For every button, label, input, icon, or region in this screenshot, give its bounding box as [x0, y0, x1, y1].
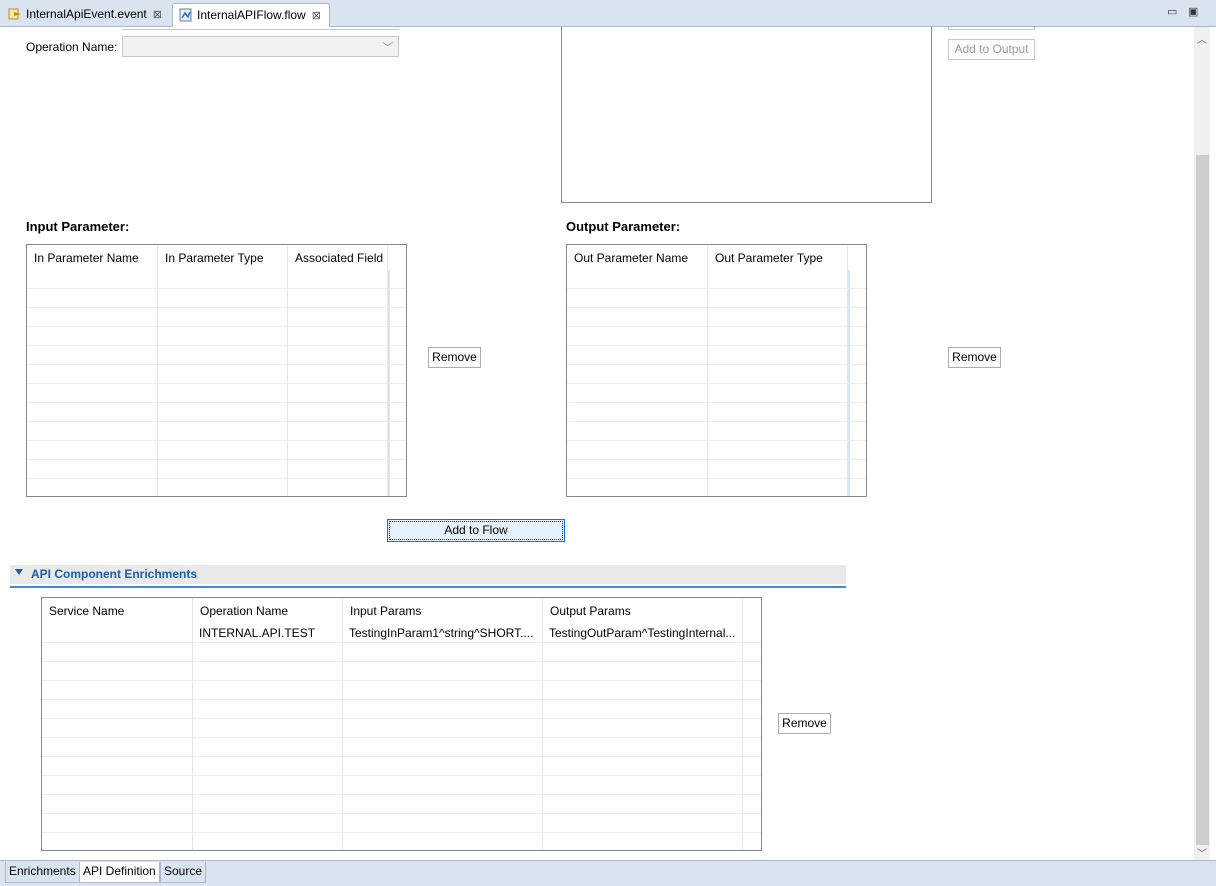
scroll-up-icon[interactable]: ︿ — [1197, 31, 1207, 46]
table-row[interactable]: INTERNAL.API.TEST TestingInParam1^string… — [42, 623, 742, 642]
flow-file-icon — [179, 8, 192, 22]
combo-edge — [122, 27, 399, 30]
close-icon[interactable]: ⊠ — [153, 8, 162, 21]
remove-enrichment-button[interactable]: Remove — [778, 713, 831, 734]
column-header[interactable]: In Parameter Name — [27, 245, 158, 270]
restore-icon[interactable]: ▣ — [1188, 5, 1198, 18]
tab-source[interactable]: Source — [160, 862, 207, 883]
hidden-button-edge — [948, 27, 1035, 30]
tab-label: InternalAPIFlow.flow — [197, 8, 306, 22]
add-to-flow-button[interactable]: Add to Flow — [387, 519, 565, 542]
column-header[interactable]: Input Params — [343, 598, 543, 623]
tab-label: InternalApiEvent.event — [26, 7, 147, 21]
section-title: API Component Enrichments — [31, 567, 198, 581]
input-parameter-title: Input Parameter: — [26, 219, 130, 234]
tab-internal-api-flow[interactable]: InternalAPIFlow.flow ⊠ — [172, 3, 330, 27]
column-header[interactable]: Operation Name — [193, 598, 343, 623]
operation-name-combo[interactable]: ﹀ — [122, 36, 399, 57]
enrichments-table[interactable]: Service Name Operation Name Input Params… — [41, 597, 762, 851]
column-header[interactable]: Output Params — [543, 598, 743, 623]
chevron-down-icon: ﹀ — [382, 42, 393, 54]
close-icon[interactable]: ⊠ — [312, 9, 321, 22]
output-parameter-title: Output Parameter: — [566, 219, 681, 234]
tab-enrichments[interactable]: Enrichments — [5, 862, 80, 883]
tab-api-definition[interactable]: API Definition — [79, 862, 160, 883]
column-header[interactable]: Out Parameter Name — [567, 245, 708, 270]
vertical-scrollbar[interactable]: ︿ ﹀ — [1194, 27, 1210, 860]
column-header[interactable]: Service Name — [42, 598, 193, 623]
column-header[interactable]: Out Parameter Type — [708, 245, 848, 270]
input-parameter-table[interactable]: In Parameter Name In Parameter Type Asso… — [26, 244, 407, 497]
add-to-output-button[interactable]: Add to Output — [948, 39, 1035, 60]
remove-input-parameter-button[interactable]: Remove — [428, 347, 481, 368]
operation-name-label: Operation Name: — [26, 40, 118, 54]
tab-internal-api-event[interactable]: InternalApiEvent.event ⊠ — [2, 3, 170, 27]
editor-tab-bar: InternalApiEvent.event ⊠ InternalAPIFlow.… — [0, 0, 1216, 27]
output-parameter-table[interactable]: Out Parameter Name Out Parameter Type — [566, 244, 867, 497]
section-divider — [10, 586, 846, 588]
input-params-cell: TestingInParam1^string^SHORT.... — [349, 626, 534, 640]
column-header[interactable]: In Parameter Type — [158, 245, 288, 270]
output-list[interactable] — [561, 27, 932, 203]
scroll-thumb[interactable] — [1196, 155, 1209, 845]
scroll-down-icon[interactable]: ﹀ — [1197, 845, 1207, 860]
remove-output-parameter-button[interactable]: Remove — [948, 347, 1001, 368]
api-component-enrichments-header[interactable]: API Component Enrichments — [10, 565, 846, 584]
output-params-cell: TestingOutParam^TestingInternal... — [549, 626, 736, 640]
column-header[interactable]: Associated Field — [288, 245, 388, 270]
flow-editor: Operation Name: ﹀ Add to Output Input Pa… — [0, 27, 1216, 860]
bottom-tab-bar: Enrichments API Definition Source — [0, 860, 1216, 886]
expand-arrow-icon[interactable] — [15, 569, 23, 575]
operation-name-cell: INTERNAL.API.TEST — [199, 626, 316, 640]
minimize-icon[interactable]: ▭ — [1167, 5, 1177, 18]
event-file-icon — [8, 8, 21, 20]
